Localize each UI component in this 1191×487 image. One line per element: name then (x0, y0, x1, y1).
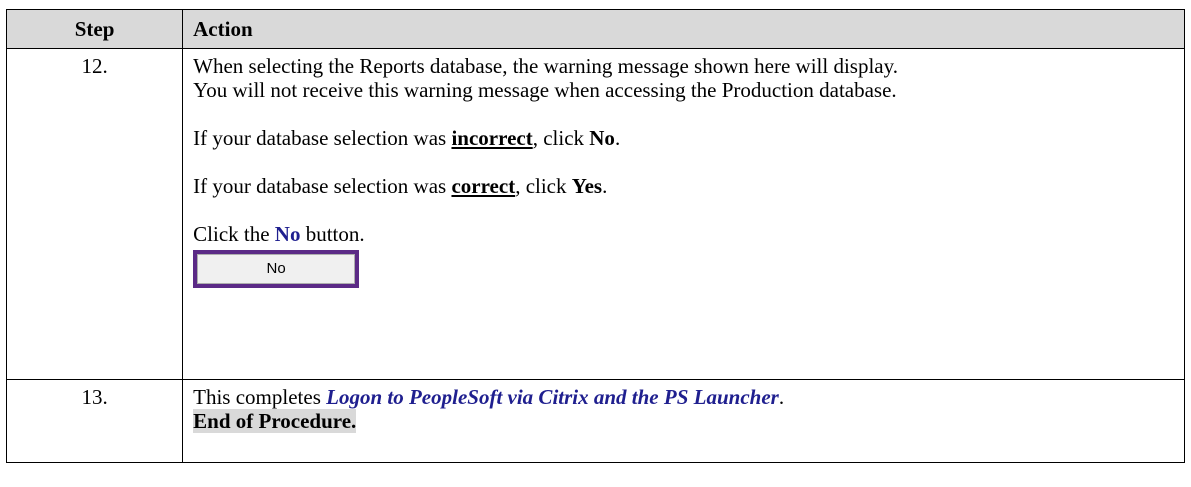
instruction-text: , click (532, 126, 590, 150)
action-yes: Yes (571, 174, 603, 198)
emphasis-incorrect: incorrect (451, 126, 533, 150)
action-cell: This completes Logon to PeopleSoft via C… (182, 379, 1185, 463)
instruction-text: If your database selection was (193, 126, 452, 150)
step-number: 12. (5, 48, 184, 380)
instruction-text: If your database selection was (193, 174, 452, 198)
instruction-text: . (602, 174, 608, 198)
instruction-text: Click the (193, 222, 275, 246)
end-of-procedure-label: End of Procedure. (193, 409, 357, 433)
table-row: 12. When selecting the Reports database,… (5, 48, 1185, 380)
no-button[interactable]: No (193, 250, 360, 288)
instruction-text: This completes (193, 385, 327, 409)
instruction-correct: If your database selection was correct, … (193, 174, 1176, 198)
completion-text: This completes Logon to PeopleSoft via C… (193, 385, 1176, 409)
instruction-text: When selecting the Reports database, the… (193, 54, 898, 78)
no-button-label: No (197, 254, 356, 284)
instruction-text: . (778, 385, 785, 409)
end-of-procedure: End of Procedure. (193, 409, 1176, 433)
action-column-header: Action (182, 9, 1185, 49)
table-header-row: Step Action (5, 9, 1185, 49)
instruction-text: You will not receive this warning messag… (193, 78, 897, 102)
procedure-title: Logon to PeopleSoft via Citrix and the P… (326, 385, 779, 409)
action-no: No (589, 126, 615, 150)
instruction-text: . (614, 126, 621, 150)
button-reference-no: No (274, 222, 301, 246)
instruction-click-no: Click the No button. (193, 222, 1176, 246)
instruction-incorrect: If your database selection was incorrect… (193, 126, 1176, 150)
action-cell: When selecting the Reports database, the… (182, 48, 1185, 380)
procedure-table: Step Action 12. When selecting the Repor… (5, 9, 1185, 463)
emphasis-correct: correct (451, 174, 516, 198)
table-row: 13. This completes Logon to PeopleSoft v… (5, 379, 1185, 463)
instruction-text: button. (300, 222, 365, 246)
instruction-text: , click (515, 174, 572, 198)
step-column-header: Step (5, 9, 184, 49)
step-number: 13. (5, 379, 184, 463)
